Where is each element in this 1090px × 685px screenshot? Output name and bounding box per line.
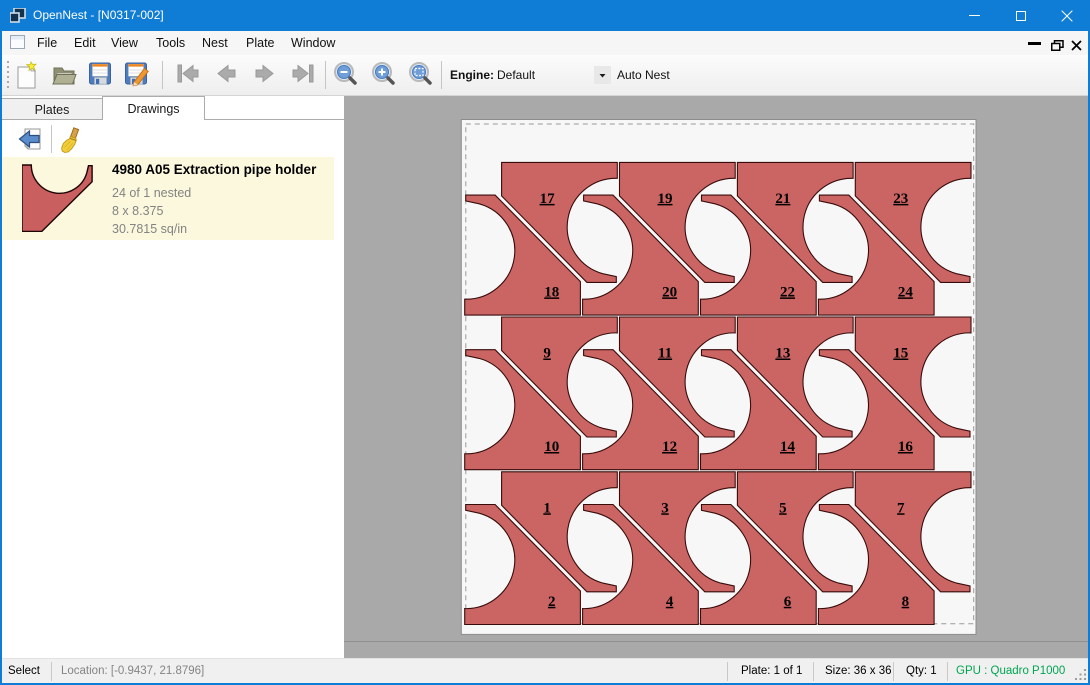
svg-text:2: 2 (548, 594, 556, 610)
svg-text:21: 21 (775, 191, 790, 207)
svg-text:14: 14 (780, 439, 796, 455)
svg-text:20: 20 (662, 284, 677, 300)
svg-text:13: 13 (775, 346, 790, 362)
svg-text:16: 16 (898, 439, 914, 455)
svg-text:15: 15 (893, 346, 908, 362)
svg-text:6: 6 (784, 594, 792, 610)
svg-text:24: 24 (898, 284, 914, 300)
svg-text:3: 3 (661, 500, 669, 516)
svg-text:5: 5 (779, 500, 787, 516)
svg-text:10: 10 (544, 439, 559, 455)
svg-text:12: 12 (662, 439, 677, 455)
svg-text:7: 7 (897, 500, 905, 516)
svg-text:17: 17 (540, 191, 556, 207)
svg-text:18: 18 (544, 284, 559, 300)
svg-text:11: 11 (658, 346, 672, 362)
svg-text:8: 8 (902, 594, 910, 610)
svg-text:23: 23 (893, 191, 908, 207)
svg-text:22: 22 (780, 284, 795, 300)
svg-text:1: 1 (543, 500, 551, 516)
svg-text:19: 19 (658, 191, 673, 207)
svg-text:4: 4 (666, 594, 674, 610)
svg-text:9: 9 (543, 346, 551, 362)
